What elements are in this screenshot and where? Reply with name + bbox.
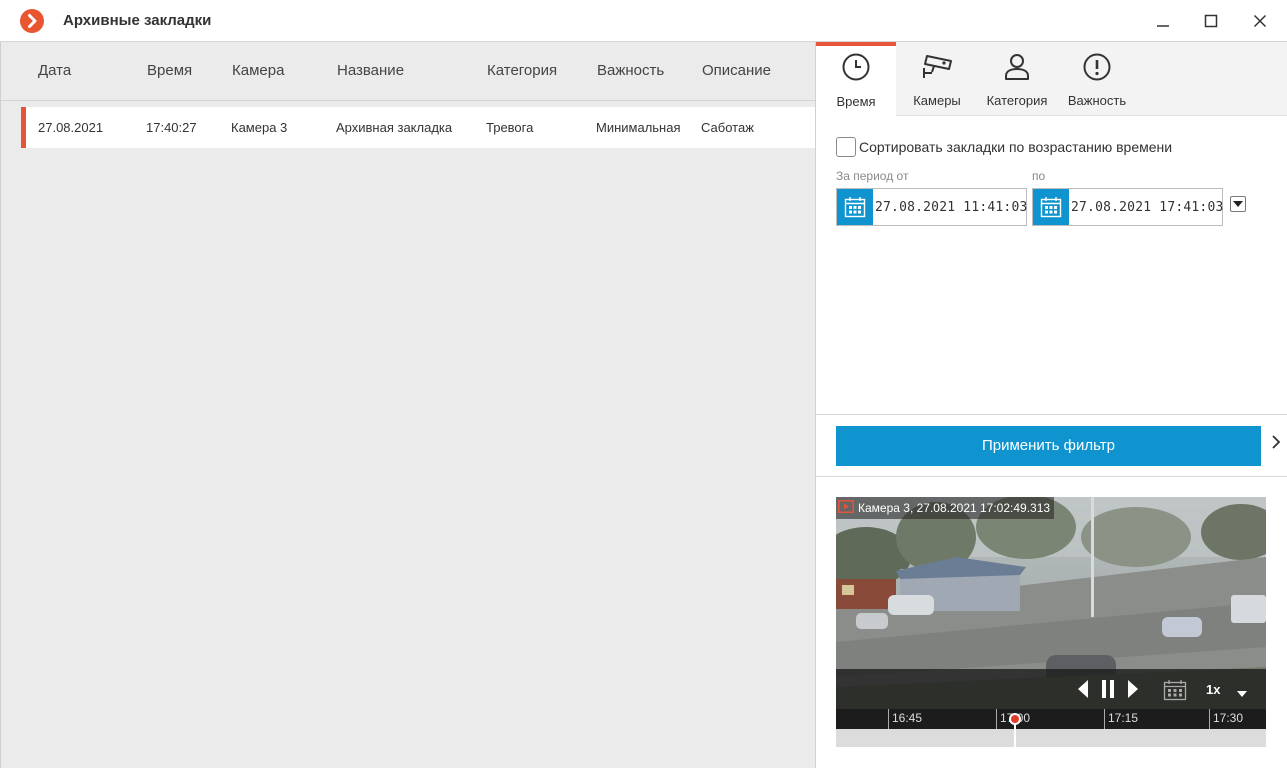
- filter-tabs: Время Камеры Категория Важность: [816, 42, 1287, 116]
- column-header-description[interactable]: Описание: [702, 62, 771, 79]
- timeline-label: 17:30: [1213, 711, 1244, 725]
- tab-time-label: Время: [836, 94, 876, 109]
- timeline-tick: [996, 709, 997, 729]
- step-back-icon[interactable]: [1076, 679, 1090, 702]
- tab-importance-label: Важность: [1067, 93, 1127, 108]
- video-caption: Камера 3, 27.08.2021 17:02:49.313: [836, 497, 1055, 520]
- maximize-button[interactable]: [1188, 0, 1234, 42]
- period-from-label: За период от: [836, 169, 909, 183]
- column-header-time[interactable]: Время: [147, 62, 192, 79]
- divider: [816, 414, 1287, 415]
- playback-speed[interactable]: 1x: [1206, 682, 1220, 697]
- divider: [816, 476, 1287, 477]
- player-controls: 1x: [836, 669, 1266, 709]
- column-header-date[interactable]: Дата: [38, 62, 71, 79]
- minimize-button[interactable]: [1140, 0, 1186, 42]
- video-player[interactable]: Камера 3, 27.08.2021 17:02:49.313 1x 16:…: [836, 497, 1266, 747]
- period-from-value: 27.08.2021 11:41:03: [875, 200, 1028, 215]
- tab-importance[interactable]: Важность: [1057, 42, 1137, 116]
- cell-date: 27.08.2021: [38, 120, 104, 135]
- cell-description: Саботаж: [701, 120, 754, 135]
- timeline-tick: [1104, 709, 1105, 729]
- calendar-icon[interactable]: [837, 189, 873, 225]
- timeline-tick: [1209, 709, 1210, 729]
- bookmarks-table: Дата Время Камера Название Категория Важ…: [0, 42, 816, 768]
- calendar-icon[interactable]: [1163, 679, 1187, 704]
- tab-time[interactable]: Время: [816, 42, 896, 116]
- clock-icon: [841, 52, 871, 85]
- exclamation-icon: [1082, 52, 1112, 85]
- period-to-value: 27.08.2021 17:41:03: [1071, 200, 1224, 215]
- timeline[interactable]: 16:45 17:00 17:15 17:30: [836, 709, 1266, 747]
- video-caption-text: Камера 3, 27.08.2021 17:02:49.313: [858, 501, 1051, 515]
- cell-importance: Минимальная: [596, 120, 681, 135]
- timeline-label: 16:45: [892, 711, 923, 725]
- tab-cameras-label: Камеры: [913, 93, 961, 108]
- tab-category[interactable]: Категория: [977, 42, 1057, 116]
- person-icon: [1002, 52, 1032, 85]
- filter-panel: Время Камеры Категория Важность Сортиров…: [815, 42, 1287, 768]
- tab-cameras[interactable]: Камеры: [897, 42, 977, 116]
- calendar-icon[interactable]: [1033, 189, 1069, 225]
- cell-category: Тревога: [486, 120, 534, 135]
- pause-icon[interactable]: [1100, 679, 1116, 702]
- column-header-category[interactable]: Категория: [487, 62, 557, 79]
- timeline-label: 17:15: [1108, 711, 1139, 725]
- timeline-tick: [888, 709, 889, 729]
- cell-name: Архивная закладка: [336, 120, 453, 135]
- sort-ascending-label: Сортировать закладки по возрастанию врем…: [859, 139, 1173, 155]
- apply-filter-button[interactable]: Применить фильтр: [836, 426, 1261, 466]
- period-from-field[interactable]: 27.08.2021 11:41:03: [836, 188, 1027, 226]
- app-logo-icon: [20, 9, 44, 33]
- column-header-name[interactable]: Название: [337, 62, 404, 79]
- playhead-handle[interactable]: [1009, 713, 1021, 725]
- title-bar: Архивные закладки: [0, 0, 1287, 42]
- camera-icon: [920, 52, 954, 85]
- table-row[interactable]: 27.08.2021 17:40:27 Камера 3 Архивная за…: [21, 107, 816, 148]
- archive-play-icon: [838, 498, 854, 520]
- period-dropdown-button[interactable]: [1230, 196, 1246, 212]
- column-header-importance[interactable]: Важность: [597, 62, 664, 79]
- cell-camera: Камера 3: [231, 120, 288, 135]
- period-to-field[interactable]: 27.08.2021 17:41:03: [1032, 188, 1223, 226]
- sort-ascending-checkbox[interactable]: [836, 137, 856, 157]
- cell-time: 17:40:27: [146, 120, 197, 135]
- period-to-label: по: [1032, 169, 1046, 183]
- tab-category-label: Категория: [986, 93, 1048, 108]
- table-header: Дата Время Камера Название Категория Важ…: [1, 42, 816, 101]
- chevron-down-icon[interactable]: [1236, 685, 1248, 701]
- close-button[interactable]: [1237, 0, 1283, 42]
- chevron-right-icon[interactable]: [1271, 434, 1281, 453]
- window-title: Архивные закладки: [63, 12, 212, 29]
- column-header-camera[interactable]: Камера: [232, 62, 284, 79]
- timeline-track: [836, 729, 1266, 747]
- step-forward-icon[interactable]: [1126, 679, 1140, 702]
